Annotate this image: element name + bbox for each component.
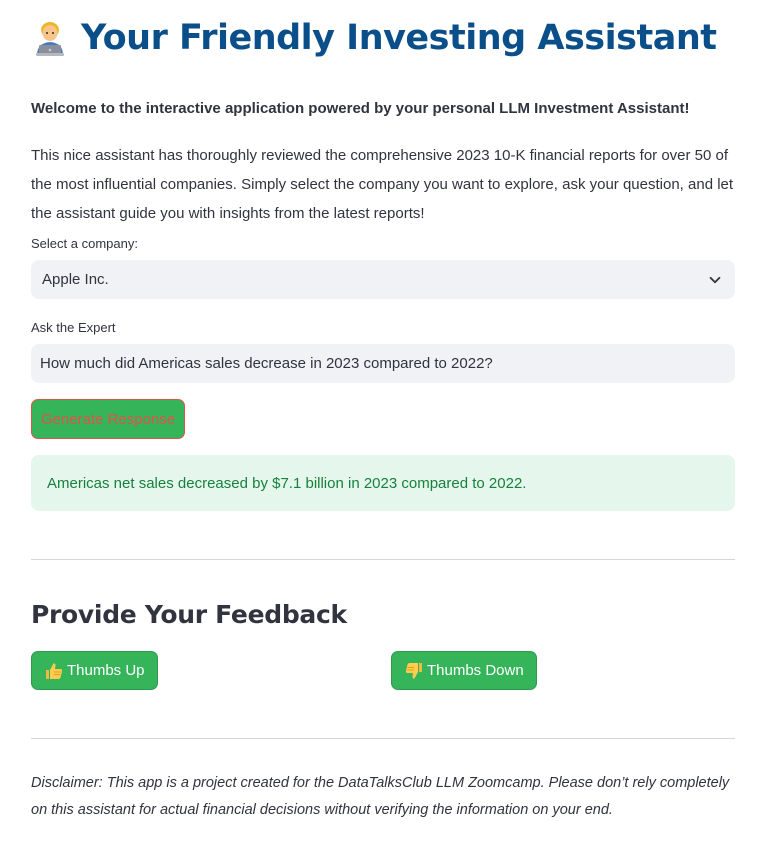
app-page: Your Friendly Investing Assistant Welcom…: [0, 0, 768, 841]
thumbs-down-icon: [404, 661, 424, 681]
thumbs-up-icon: [44, 661, 64, 681]
thumbs-down-button[interactable]: Thumbs Down: [391, 651, 537, 690]
feedback-title: Provide Your Feedback: [31, 600, 347, 629]
person-at-laptop-icon: [31, 19, 69, 57]
response-alert: Americas net sales decreased by $7.1 bil…: [31, 455, 735, 511]
thumbs-up-button[interactable]: Thumbs Up: [31, 651, 158, 690]
divider: [31, 559, 735, 560]
page-title-text: Your Friendly Investing Assistant: [81, 18, 717, 58]
page-title: Your Friendly Investing Assistant: [31, 18, 717, 58]
question-label: Ask the Expert: [31, 320, 116, 335]
intro-text: This nice assistant has thoroughly revie…: [31, 147, 734, 222]
response-text: Americas net sales decreased by $7.1 bil…: [47, 474, 527, 492]
company-select[interactable]: Apple Inc.: [31, 260, 735, 299]
chevron-down-icon[interactable]: [708, 273, 722, 287]
thumbs-up-label: Thumbs Up: [67, 662, 145, 679]
generate-response-button[interactable]: Generate Response: [31, 399, 185, 439]
company-select-value: Apple Inc.: [42, 271, 109, 288]
question-input[interactable]: [31, 344, 735, 383]
disclaimer-text: Disclaimer: This app is a project create…: [31, 775, 730, 818]
thumbs-down-label: Thumbs Down: [427, 662, 524, 679]
company-select-label: Select a company:: [31, 236, 138, 251]
divider: [31, 738, 735, 739]
welcome-text: Welcome to the interactive application p…: [31, 100, 690, 117]
